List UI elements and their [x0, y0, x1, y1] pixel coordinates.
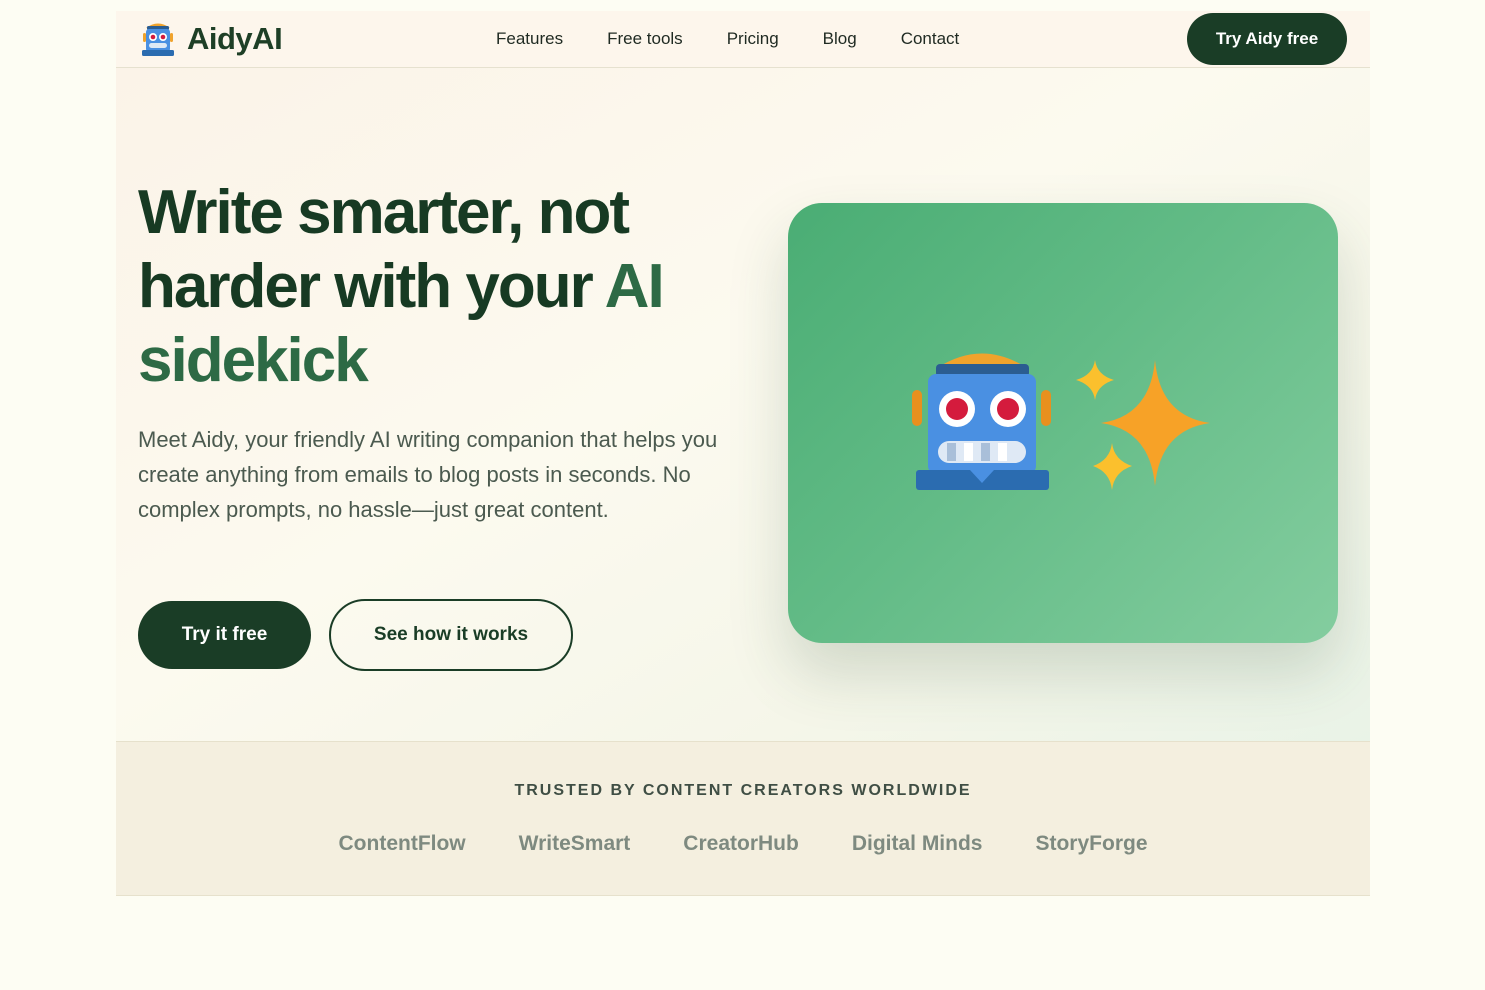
page: AidyAI Features Free tools Pricing Blog …	[116, 11, 1370, 896]
hero-illustration	[912, 353, 1210, 490]
nav-links: Features Free tools Pricing Blog Contact	[496, 29, 959, 49]
brand-logo-creatorhub: CreatorHub	[683, 832, 799, 855]
hero-subtitle: Meet Aidy, your friendly AI writing comp…	[138, 427, 718, 522]
try-aidy-free-button[interactable]: Try Aidy free	[1187, 13, 1347, 65]
hero-title: Write smarter, not harder with your AI s…	[138, 176, 778, 398]
robot-icon	[142, 23, 174, 56]
nav-link-blog[interactable]: Blog	[823, 29, 857, 49]
trusted-by-section: TRUSTED BY CONTENT CREATORS WORLDWIDE Co…	[116, 741, 1370, 896]
top-nav: AidyAI Features Free tools Pricing Blog …	[116, 11, 1370, 68]
try-it-free-button[interactable]: Try it free	[138, 601, 311, 669]
nav-link-contact[interactable]: Contact	[901, 29, 960, 49]
nav-link-features[interactable]: Features	[496, 29, 563, 49]
nav-link-free-tools[interactable]: Free tools	[607, 29, 683, 49]
hero-section: Write smarter, not harder with your AI s…	[116, 68, 1370, 741]
brand-logo-digital-minds: Digital Minds	[851, 832, 983, 855]
robot-icon	[912, 353, 1051, 490]
brand-logo-writesmart: WriteSmart	[518, 832, 631, 855]
nav-link-pricing[interactable]: Pricing	[727, 29, 779, 49]
sparkles-icon	[1076, 360, 1210, 490]
brand-logo[interactable]: AidyAI	[139, 18, 283, 60]
trusted-by-label: TRUSTED BY CONTENT CREATORS WORLDWIDE	[514, 782, 972, 799]
hero-illustration-card	[788, 203, 1338, 643]
hero-title-main: Write smarter, not harder with your	[138, 178, 630, 321]
brand-logo-storyforge: StoryForge	[1035, 832, 1148, 855]
see-how-it-works-button[interactable]: See how it works	[329, 599, 573, 671]
brand-name: AidyAI	[187, 21, 283, 56]
brand-logos-row: ContentFlow WriteSmart CreatorHub Digita…	[116, 832, 1370, 856]
brand-logo-contentflow: ContentFlow	[338, 832, 466, 855]
